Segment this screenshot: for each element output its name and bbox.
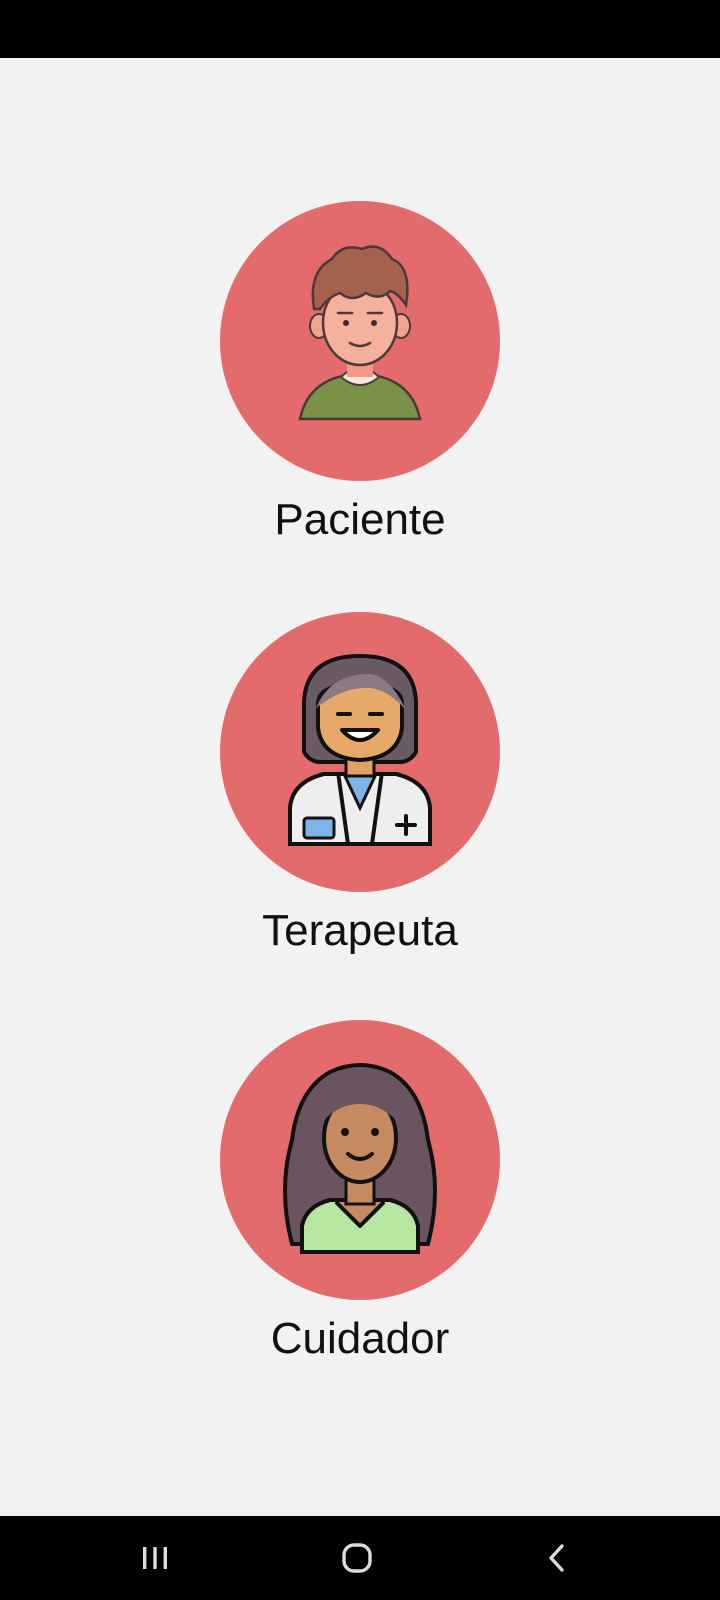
navigation-bar [0,1516,720,1600]
patient-avatar-circle [220,201,500,481]
therapist-avatar-icon [288,653,432,846]
role-therapist-button[interactable]: Terapeuta [0,612,720,972]
patient-avatar-icon [298,245,422,421]
caregiver-avatar-circle [220,1020,500,1300]
back-icon [549,1544,564,1572]
status-bar [0,0,720,58]
home-button[interactable] [317,1528,397,1588]
role-selection-screen: Paciente Terapeuta Cuidador [0,58,720,1516]
role-caregiver-button[interactable]: Cuidador [0,1020,720,1380]
caregiver-avatar-icon [283,1063,437,1254]
role-caregiver-label: Cuidador [270,1314,450,1363]
therapist-avatar-circle [220,612,500,892]
role-therapist-label: Terapeuta [262,906,458,955]
home-icon [342,1543,372,1573]
recents-icon [143,1547,167,1569]
recents-button[interactable] [115,1528,195,1588]
back-button[interactable] [518,1528,598,1588]
role-patient-button[interactable]: Paciente [0,201,720,561]
role-patient-label: Paciente [274,495,446,544]
